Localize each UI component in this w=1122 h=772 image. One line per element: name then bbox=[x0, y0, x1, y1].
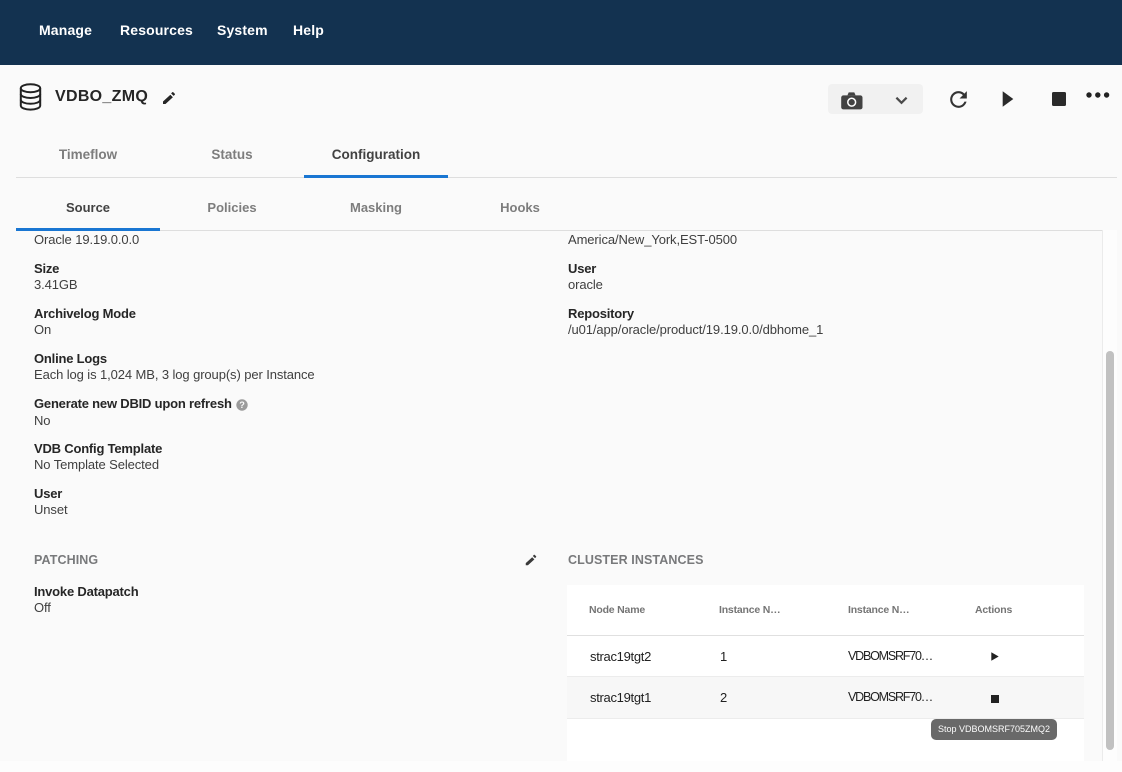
svg-text:?: ? bbox=[239, 400, 245, 410]
